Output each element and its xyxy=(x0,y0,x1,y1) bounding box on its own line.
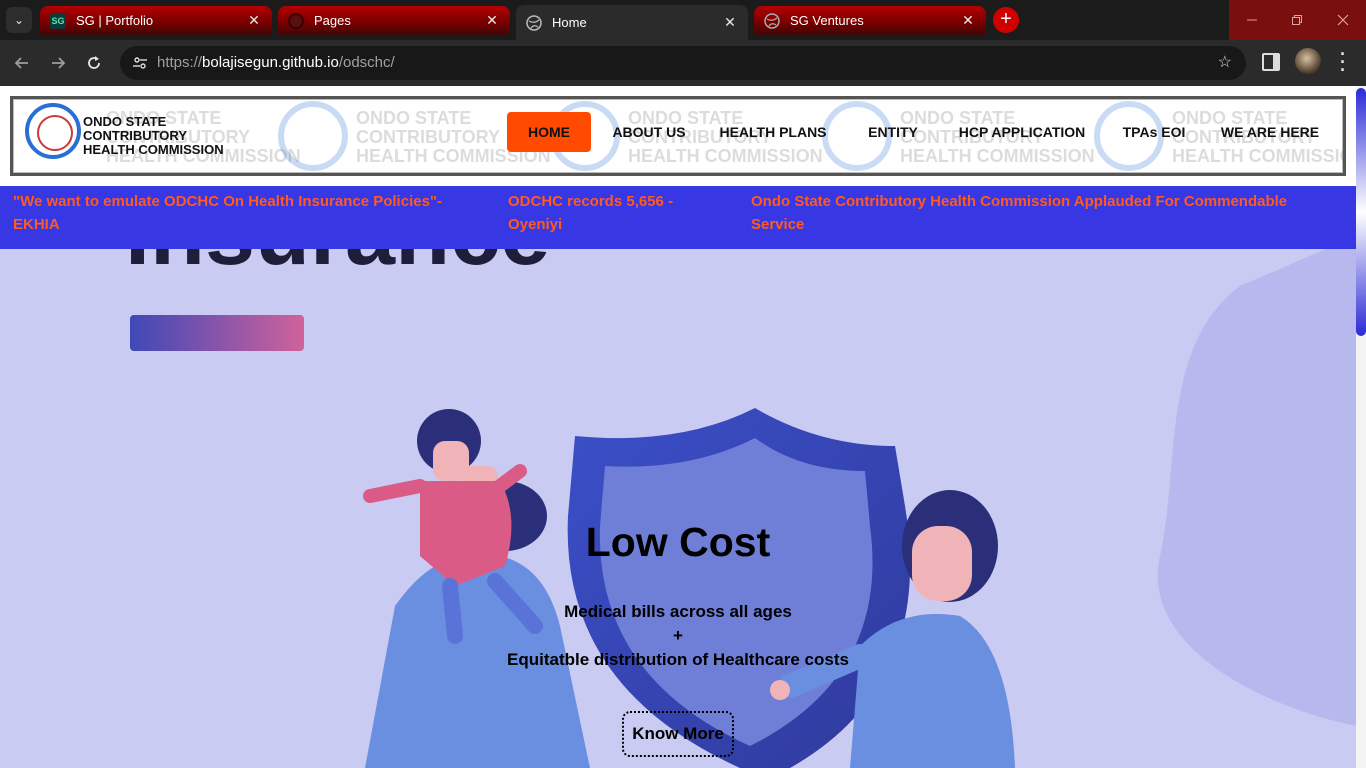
page-viewport: Insurance ONDO STATE CONTRIBUTORY HEALTH… xyxy=(0,86,1356,768)
hero-subtitle-line: Medical bills across all ages xyxy=(564,602,792,621)
tab-title: SG Ventures xyxy=(790,13,864,28)
news-ticker: "We want to emulate ODCHC On Health Insu… xyxy=(0,186,1356,249)
github-icon xyxy=(288,12,304,29)
tab-pages[interactable]: Pages ✕ xyxy=(278,6,510,35)
tab-title: Home xyxy=(552,15,587,30)
reload-icon[interactable] xyxy=(80,49,108,77)
news-link[interactable]: "We want to emulate ODCHC On Health Insu… xyxy=(13,190,463,236)
site-logo[interactable] xyxy=(25,103,81,159)
tab-home[interactable]: Home ✕ xyxy=(516,5,748,40)
header-banner: ONDO STATE CONTRIBUTORY HEALTH COMMISSIO… xyxy=(10,96,1346,176)
side-panel-icon[interactable] xyxy=(1262,53,1280,71)
globe-icon xyxy=(764,12,780,29)
site-brand-name: ONDO STATE CONTRIBUTORY HEALTH COMMISSIO… xyxy=(83,114,224,157)
url-host: bolajisegun.github.io xyxy=(202,54,339,71)
close-icon[interactable]: ✕ xyxy=(960,12,976,29)
tab-strip: ⌄ SG SG | Portfolio ✕ Pages ✕ Home ✕ SG … xyxy=(0,0,1366,40)
portfolio-favicon-icon: SG xyxy=(50,12,66,29)
site-info-icon[interactable] xyxy=(128,51,152,75)
window-close-icon[interactable] xyxy=(1320,0,1366,40)
nav-about-us[interactable]: ABOUT US xyxy=(605,112,693,152)
address-bar[interactable]: https://bolajisegun.github.io/odschc/ ☆ xyxy=(120,46,1246,80)
close-icon[interactable]: ✕ xyxy=(246,12,262,29)
tab-search-chevron-icon[interactable]: ⌄ xyxy=(6,7,32,33)
minimize-icon[interactable] xyxy=(1229,0,1275,40)
hero-subtitle-line: Equitatble distribution of Healthcare co… xyxy=(507,650,849,669)
nav-home[interactable]: HOME xyxy=(507,112,591,152)
tab-portfolio[interactable]: SG SG | Portfolio ✕ xyxy=(40,6,272,35)
profile-avatar[interactable] xyxy=(1295,48,1321,74)
url-path: /odschc/ xyxy=(338,54,395,71)
site-header: ONDO STATE CONTRIBUTORY HEALTH COMMISSIO… xyxy=(0,86,1356,186)
bookmark-star-icon[interactable]: ☆ xyxy=(1218,52,1232,72)
globe-icon xyxy=(526,14,542,31)
know-more-button[interactable]: Know More xyxy=(622,711,734,757)
nav-hcp-application[interactable]: HCP APPLICATION xyxy=(953,112,1091,152)
close-icon[interactable]: ✕ xyxy=(722,14,738,31)
more-menu-icon[interactable]: · · · xyxy=(1336,45,1350,79)
hero-title: Low Cost xyxy=(585,519,771,565)
nav-tpas-eoi[interactable]: TPAs EOI xyxy=(1119,112,1189,152)
nav-health-plans[interactable]: HEALTH PLANS xyxy=(718,112,828,152)
url-scheme: https:// xyxy=(157,54,203,71)
close-icon[interactable]: ✕ xyxy=(484,12,500,29)
decorative-gradient-bar xyxy=(130,315,304,351)
browser-toolbar: https://bolajisegun.github.io/odschc/ ☆ … xyxy=(0,40,1366,86)
nav-we-are-here[interactable]: WE ARE HERE xyxy=(1218,112,1322,152)
hero-plus-sign: + xyxy=(673,626,683,645)
new-tab-button[interactable]: + xyxy=(993,7,1019,33)
tab-title: Pages xyxy=(314,13,351,28)
scrollbar-thumb[interactable] xyxy=(1356,88,1366,336)
forward-icon[interactable] xyxy=(44,49,72,77)
url-text[interactable]: https://bolajisegun.github.io/odschc/ xyxy=(157,54,395,71)
tab-title: SG | Portfolio xyxy=(76,13,154,28)
back-icon[interactable] xyxy=(8,49,36,77)
restore-icon[interactable] xyxy=(1274,0,1320,40)
tab-sg-ventures[interactable]: SG Ventures ✕ xyxy=(754,6,986,35)
nav-entity[interactable]: ENTITY xyxy=(863,112,923,152)
news-link[interactable]: Ondo State Contributory Health Commissio… xyxy=(751,190,1331,236)
news-link[interactable]: ODCHC records 5,656 - Oyeniyi xyxy=(508,190,708,236)
